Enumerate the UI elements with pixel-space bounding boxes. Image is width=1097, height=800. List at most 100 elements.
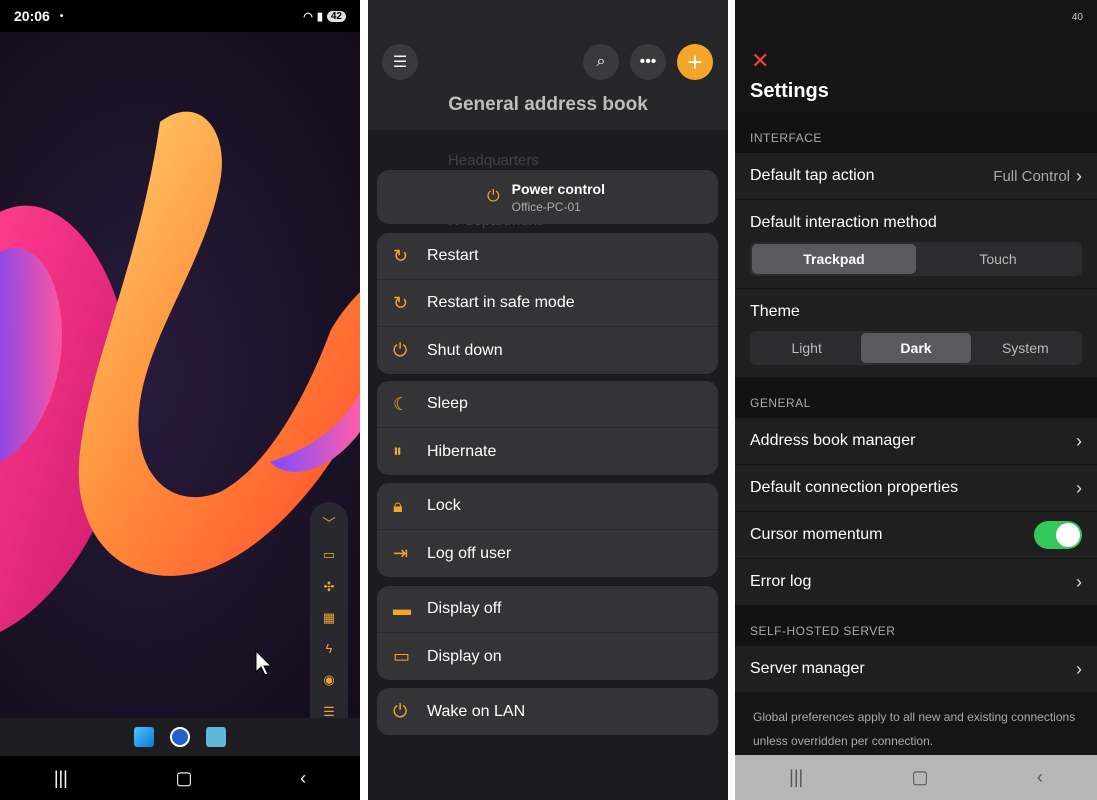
default-tap-action-row[interactable]: Default tap action Full Control › — [735, 153, 1097, 200]
safe-mode-label: Restart in safe mode — [427, 294, 575, 311]
restart-icon: ↻ — [393, 245, 409, 266]
search-button[interactable]: ⌕ — [583, 44, 619, 80]
recents-icon[interactable]: ||| — [54, 768, 68, 789]
error-log-row[interactable]: Error log › — [735, 559, 1097, 606]
display-on-button[interactable]: ▭ Display on — [377, 633, 718, 680]
close-icon[interactable]: ✕ — [751, 48, 769, 74]
row-label: Address book manager — [750, 432, 916, 449]
cursor-momentum-toggle[interactable] — [1034, 521, 1082, 549]
sheet-title: Power control — [511, 180, 606, 197]
hibernate-button[interactable]: ⏸ Hibernate — [377, 428, 718, 475]
segment-dark[interactable]: Dark — [861, 333, 971, 363]
wifi-icon: ◠ — [303, 10, 313, 23]
lock-icon: 🔒︎ — [393, 495, 403, 516]
theme-block: Theme Light Dark System — [735, 289, 1097, 378]
shutdown-button[interactable]: ⏻ Shut down — [377, 327, 718, 374]
section-interface: INTERFACE — [735, 113, 1097, 153]
page-title: Settings — [750, 80, 829, 102]
shutdown-label: Shut down — [427, 341, 503, 359]
row-label: Default connection properties — [750, 479, 959, 496]
restart-label: Restart — [427, 247, 479, 264]
row-label: Default interaction method — [750, 214, 937, 231]
restart-button[interactable]: ↻ Restart — [377, 233, 718, 280]
logout-icon: ⇥ — [393, 543, 409, 563]
more-button[interactable]: ••• — [630, 44, 666, 80]
interaction-method-segmented: Trackpad Touch — [750, 242, 1082, 276]
power-group-restart: ↻ Restart ↻ Restart in safe mode ⏻ Shut dow… — [377, 233, 718, 374]
row-label: Default tap action — [750, 167, 875, 184]
home-icon[interactable]: ▢ — [175, 768, 192, 789]
windows-start-icon[interactable] — [134, 727, 154, 747]
wallpaper-art — [0, 111, 360, 632]
menu-button[interactable]: ☰ — [382, 44, 418, 80]
notepad-icon[interactable] — [206, 727, 226, 747]
power-group-display: ▬ Display off ▭ Display on — [377, 586, 718, 680]
remote-wallpaper[interactable]: ﹀ ▭ ✣ ▦ ϟ ◉ ☰ ✕ — [0, 32, 360, 718]
more-icon: ••• — [639, 53, 657, 70]
logoff-button[interactable]: ⇥ Log off user — [377, 530, 718, 577]
chevron-right-icon: › — [1076, 658, 1082, 679]
wake-on-lan-button[interactable]: ⏻ Wake on LAN — [377, 688, 718, 735]
section-self-hosted: SELF-HOSTED SERVER — [735, 606, 1097, 646]
interaction-method-block: Default interaction method Trackpad Touc… — [735, 200, 1097, 289]
back-icon[interactable]: ‹ — [1037, 767, 1043, 788]
radio-icon[interactable]: ◉ — [323, 673, 334, 686]
hamburger-icon: ☰ — [392, 54, 408, 71]
logoff-label: Log off user — [427, 544, 512, 562]
status-dot: • — [59, 10, 64, 22]
power-group-wol: ⏻ Wake on LAN — [377, 688, 718, 735]
password-manager-icon[interactable] — [170, 727, 190, 747]
chevron-down-icon[interactable]: ﹀ — [322, 517, 335, 530]
power-icon: ⏻ — [393, 340, 408, 360]
row-label: Theme — [750, 303, 800, 320]
row-label: Server manager — [750, 660, 865, 677]
address-book-screen: ☰ ⌕ ••• + General address book Headquart… — [368, 0, 728, 800]
add-button[interactable]: + — [677, 44, 713, 80]
lock-button[interactable]: 🔒︎ Lock — [377, 483, 718, 530]
server-manager-row[interactable]: Server manager › — [735, 646, 1097, 693]
header: ☰ ⌕ ••• + General address book — [368, 0, 728, 130]
collapse-icon[interactable]: ✣ — [324, 580, 335, 593]
segment-trackpad[interactable]: Trackpad — [752, 244, 916, 274]
segment-system[interactable]: System — [971, 333, 1080, 363]
monitor-icon: ▭ — [393, 646, 411, 666]
plus-icon: + — [687, 46, 703, 77]
monitor-icon[interactable]: ▭ — [323, 548, 335, 561]
address-book-manager-row[interactable]: Address book manager › — [735, 418, 1097, 465]
chevron-right-icon: › — [1076, 571, 1082, 592]
display-off-button[interactable]: ▬ Display off — [377, 586, 718, 633]
keyboard-icon[interactable]: ▦ — [323, 611, 335, 624]
settings-screen: 40 ✕ Settings INTERFACE Default tap acti… — [735, 0, 1097, 800]
display-on-label: Display on — [427, 647, 502, 665]
back-icon[interactable]: ‹ — [300, 768, 306, 789]
status-bar: 20:06 • ◠ ▮ 42 — [0, 0, 360, 32]
segment-light[interactable]: Light — [752, 333, 861, 363]
wake-icon: ⏻ — [393, 701, 408, 721]
pause-icon: ⏸ — [393, 441, 402, 461]
section-general: GENERAL — [735, 378, 1097, 418]
recents-icon[interactable]: ||| — [789, 767, 803, 788]
lightning-icon[interactable]: ϟ — [326, 642, 333, 655]
row-label: Error log — [750, 573, 812, 590]
lock-label: Lock — [427, 497, 461, 514]
row-value: Full Control — [993, 167, 1070, 185]
page-title: General address book — [448, 94, 648, 115]
safe-mode-button[interactable]: ↻ Restart in safe mode — [377, 280, 718, 327]
android-navbar: ||| ▢ ‹ — [735, 755, 1097, 800]
android-navbar: ||| ▢ ‹ — [0, 756, 360, 800]
remote-desktop-screen: 20:06 • ◠ ▮ 42 ﹀ ▭ ✣ ▦ ϟ ◉ ☰ ||| ▢ ‹ — [0, 0, 360, 800]
default-connection-properties-row[interactable]: Default connection properties › — [735, 465, 1097, 512]
sleep-button[interactable]: ☾ Sleep — [377, 381, 718, 428]
home-icon[interactable]: ▢ — [912, 767, 929, 788]
safe-restart-icon: ↻ — [393, 292, 409, 313]
moon-icon: ☾ — [393, 393, 410, 414]
search-icon: ⌕ — [596, 53, 606, 70]
chevron-right-icon: › — [1076, 165, 1082, 186]
sliders-icon[interactable]: ☰ — [323, 705, 335, 718]
chevron-right-icon: › — [1076, 430, 1082, 451]
chevron-right-icon: › — [1076, 477, 1082, 498]
power-icon: ⏻ — [487, 188, 500, 205]
segment-touch[interactable]: Touch — [916, 244, 1080, 274]
battery-badge: 42 — [326, 10, 346, 22]
mouse-cursor-icon — [255, 650, 273, 676]
